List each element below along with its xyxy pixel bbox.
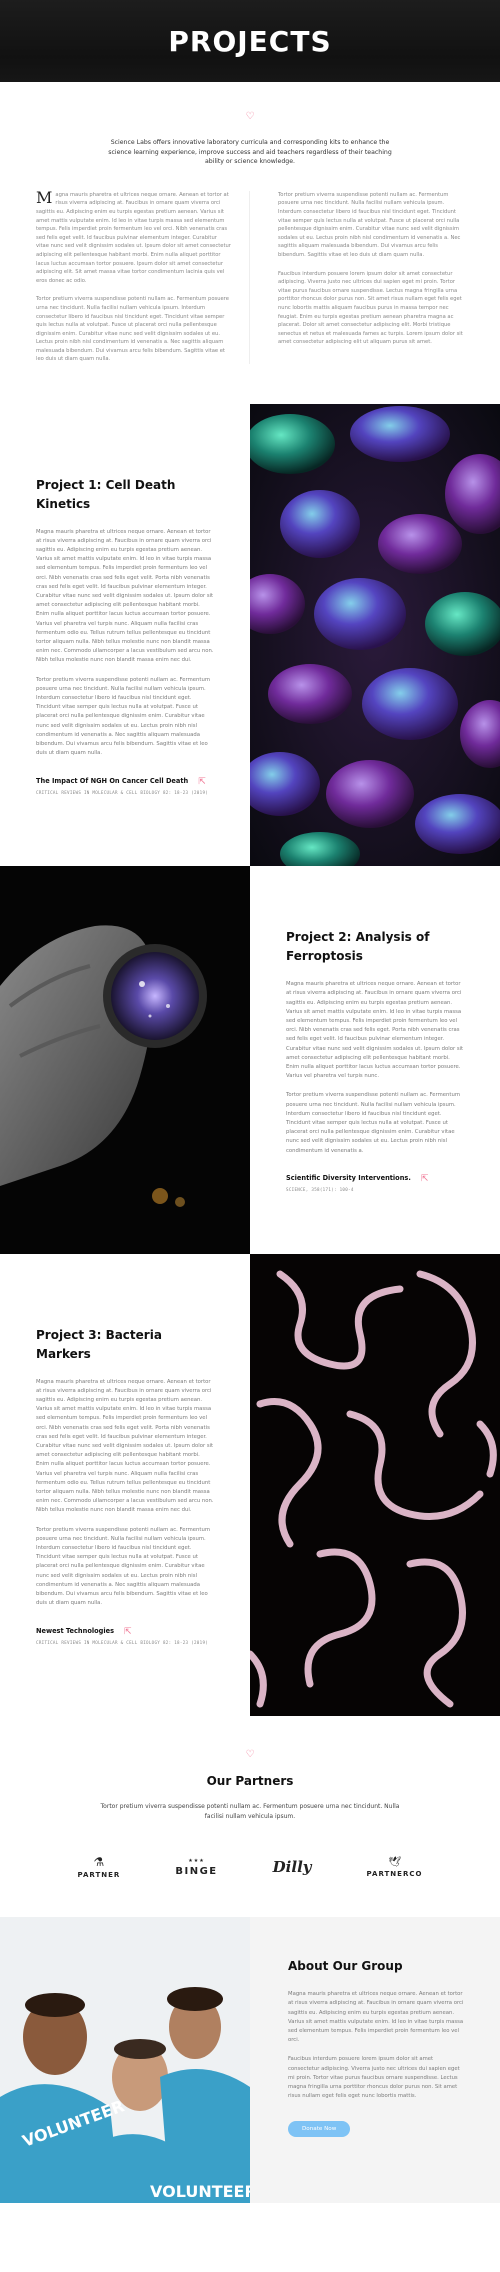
partners-section: ♡ Our Partners Tortor pretium viverra su… [0, 1716, 500, 1903]
project-paragraph: Magna mauris pharetra et ultrices neque … [36, 1378, 214, 1514]
intro-lead: Science Labs offers innovative laborator… [108, 139, 392, 166]
partners-subtitle: Tortor pretium viverra suspendisse poten… [100, 1803, 400, 1820]
drop-cap: M [36, 187, 53, 207]
project-1-text: Project 1: Cell Death Kinetics Magna mau… [0, 404, 250, 866]
intro-columns: Magna mauris pharetra et ultrices neque … [0, 167, 500, 404]
intro-column-right: Tortor pretium viverra suspendisse poten… [250, 191, 464, 364]
about-section: VOLUNTEER VOLUNTEER About Our Group Magn… [0, 1917, 500, 2204]
about-paragraph: Faucibus interdum posuere lorem ipsum do… [288, 2056, 460, 2100]
project-3-text: Project 3: Bacteria Markers Magna mauris… [0, 1254, 250, 1716]
heart-icon: ♡ [245, 1749, 255, 1761]
project-2: Project 2: Analysis of Ferroptosis Magna… [0, 866, 500, 1255]
bacteria-image [250, 1254, 500, 1717]
publication-link-row: Newest Technologies ⇱ [36, 1626, 214, 1636]
partner-logo-text: PARTNERCO [366, 1869, 423, 1878]
about-title: About Our Group [288, 1959, 403, 1974]
publication-link[interactable]: Newest Technologies [36, 1627, 114, 1635]
page-header: PROJECTS [0, 0, 500, 82]
intro-paragraph: Faucibus interdum posuere lorem ipsum do… [278, 270, 463, 346]
project-title: Project 1: Cell Death Kinetics [36, 477, 176, 511]
publication-citation: Critical reviews in molecular & cell bio… [36, 789, 209, 795]
bird-icon: 🕊 [388, 1856, 401, 1868]
stars-icon: ★★★ [188, 1857, 205, 1864]
publication-citation: Science, 358(171): 100-4 [286, 1186, 354, 1192]
intro-paragraph-text: agna mauris pharetra et ultrices neque o… [36, 191, 231, 284]
project-3: Project 3: Bacteria Markers Magna mauris… [0, 1254, 500, 1717]
telescope-image [0, 866, 250, 1255]
project-title: Project 2: Analysis of Ferroptosis [286, 930, 430, 964]
external-link-icon[interactable]: ⇱ [198, 776, 206, 786]
intro-paragraph: Tortor pretium viverra suspendisse poten… [36, 296, 229, 363]
publication-citation: Critical reviews in molecular & cell bio… [36, 1639, 209, 1645]
donate-button[interactable]: Donate Now [288, 2121, 351, 2138]
project-2-text: Project 2: Analysis of Ferroptosis Magna… [250, 866, 500, 1254]
project-paragraph: Tortor pretium viverra suspendisse poten… [36, 1526, 210, 1607]
cells-illustration [250, 404, 500, 867]
partner-logo-dilly[interactable]: Dilly [273, 1858, 312, 1876]
partners-title: Our Partners [206, 1774, 294, 1789]
about-paragraph: Magna mauris pharetra et ultrices neque … [288, 1991, 464, 2044]
gloved-hand-lens-illustration [0, 866, 250, 1255]
project-paragraph: Magna mauris pharetra et ultrices neque … [36, 528, 214, 664]
intro-column-left: Magna mauris pharetra et ultrices neque … [36, 187, 250, 365]
partner-logo-partnerco[interactable]: 🕊 PARTNERCO [367, 1857, 423, 1878]
volunteers-image: VOLUNTEER VOLUNTEER [0, 1917, 250, 2204]
bacteria-illustration [250, 1254, 500, 1717]
intro-paragraph: Tortor pretium viverra suspendisse poten… [278, 191, 461, 258]
external-link-icon[interactable]: ⇱ [421, 1173, 429, 1183]
partner-logo-binge[interactable]: ★★★ BINGE [175, 1858, 217, 1877]
external-link-icon[interactable]: ⇱ [124, 1626, 132, 1636]
heart-icon: ♡ [245, 111, 255, 122]
partner-logo-text: Dilly [272, 1858, 312, 1877]
partner-logos: ⚗ PARTNER ★★★ BINGE Dilly 🕊 PARTNERCO [40, 1855, 460, 1879]
project-paragraph: Tortor pretium viverra suspendisse poten… [36, 676, 210, 757]
intro-section: ♡ Science Labs offers innovative laborat… [0, 82, 500, 167]
project-title: Project 3: Bacteria Markers [36, 1327, 162, 1361]
publication-link[interactable]: Scientific Diversity Interventions. [286, 1174, 411, 1182]
volunteers-illustration: VOLUNTEER VOLUNTEER [0, 1917, 250, 2204]
project-paragraph: Magna mauris pharetra et ultrices neque … [286, 981, 464, 1080]
project-paragraph: Tortor pretium viverra suspendisse poten… [286, 1092, 460, 1154]
page-title: PROJECTS [168, 24, 332, 58]
about-text: About Our Group Magna mauris pharetra et… [250, 1917, 500, 2204]
partner-logo-partner[interactable]: ⚗ PARTNER [78, 1855, 121, 1879]
publication-link-row: The Impact Of NGH On Cancer Cell Death ⇱ [36, 776, 214, 786]
beaker-icon: ⚗ [93, 1855, 105, 1870]
publication-link-row: Scientific Diversity Interventions. ⇱ [286, 1173, 464, 1183]
project-1: Project 1: Cell Death Kinetics Magna mau… [0, 404, 500, 867]
intro-paragraph: Magna mauris pharetra et ultrices neque … [36, 187, 231, 286]
volunteer-shirt-text: VOLUNTEER [150, 2182, 250, 2201]
cells-image [250, 404, 500, 867]
publication-link[interactable]: The Impact Of NGH On Cancer Cell Death [36, 777, 188, 785]
partner-logo-text: BINGE [175, 1865, 218, 1877]
partner-logo-text: PARTNER [77, 1871, 121, 1880]
